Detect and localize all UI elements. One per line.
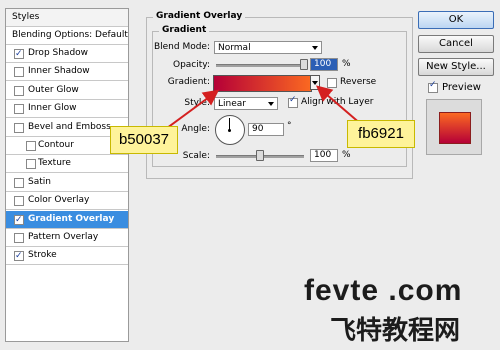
watermark-text: fevte .com bbox=[304, 274, 463, 307]
watermark-chinese: 飞特教程网 bbox=[330, 315, 461, 345]
callout-start-color: b50037 bbox=[110, 126, 178, 154]
callout-end-color: fb6921 bbox=[347, 120, 415, 148]
